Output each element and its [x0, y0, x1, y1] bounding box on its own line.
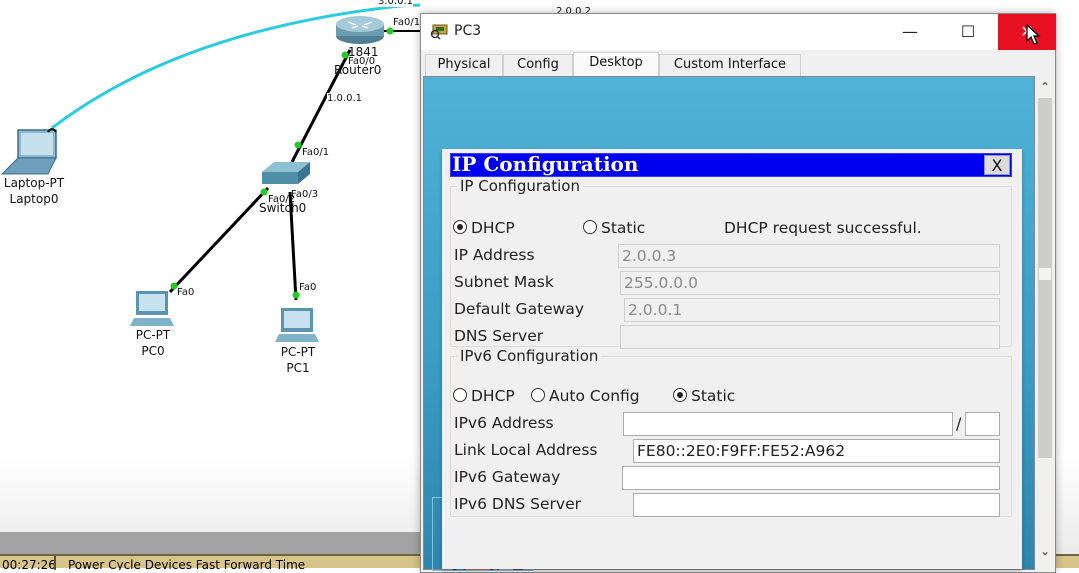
port-label: Fa0/1 [302, 147, 330, 158]
dns-server-field[interactable] [620, 325, 1000, 349]
pc0-icon [130, 291, 174, 326]
radio-label: DHCP [471, 387, 515, 405]
tab-custom-interface[interactable]: Custom Interface [659, 54, 801, 76]
default-gateway-field[interactable]: 2.0.0.1 [624, 298, 1000, 322]
ipv6-legend: IPv6 Configuration [460, 347, 599, 365]
ipv6-static-radio[interactable]: Static [673, 387, 735, 405]
ipv6-dhcp-radio[interactable]: DHCP [453, 387, 515, 405]
laptop-model-label: Laptop-PT [3, 176, 65, 190]
workspace-scrollbar[interactable] [0, 532, 420, 554]
radio-label: Static [601, 219, 646, 237]
switch-icon [262, 162, 310, 184]
radio-unselected-icon [583, 220, 597, 234]
port-up-indicator [294, 141, 302, 149]
scroll-thumb[interactable] [1039, 268, 1051, 280]
minimize-button[interactable]: — [881, 14, 939, 50]
desktop-panel: Dialer Editor Firewall IP Configuration … [423, 76, 1035, 571]
link-local-address-label: Link Local Address [454, 441, 598, 459]
ipv6-gateway-label: IPv6 Gateway [454, 468, 561, 486]
ip-label: 3.0.0.1 [378, 0, 413, 7]
radio-unselected-icon [453, 388, 467, 402]
ipv6-dns-server-field[interactable] [633, 493, 1000, 517]
ipv6-address-field[interactable] [623, 412, 953, 436]
radio-unselected-icon [531, 388, 545, 402]
ipv4-static-radio[interactable]: Static [583, 219, 645, 237]
vertical-scrollbar[interactable]: ⌃ ⌄ [1036, 78, 1054, 562]
ipv6-autoconfig-radio[interactable]: Auto Config [531, 387, 640, 405]
switch-name-label: Switch0 [259, 201, 307, 215]
link-switch-pc0 [168, 186, 270, 294]
topology-links [0, 3, 420, 342]
ip-address-field[interactable]: 2.0.0.3 [618, 244, 1000, 268]
ip-address-label: IP Address [454, 246, 535, 264]
ip-label: 1.0.0.1 [327, 93, 362, 104]
tab-config[interactable]: Config [503, 54, 573, 76]
window-titlebar[interactable]: PC3 — ☐ ✕ [421, 14, 1056, 50]
laptop-name-label: Laptop0 [9, 192, 59, 206]
panel-close-button[interactable]: X [984, 155, 1010, 175]
port-up-indicator [260, 188, 268, 196]
default-gateway-label: Default Gateway [454, 300, 585, 318]
pc0-name-label: PC0 [141, 344, 165, 358]
ipv6-gateway-field[interactable] [622, 466, 1000, 490]
pc1-name-label: PC1 [286, 361, 310, 375]
radio-label: DHCP [471, 219, 515, 237]
port-up-indicator [386, 27, 394, 35]
scroll-down-icon[interactable]: ⌄ [1036, 542, 1054, 560]
ipv6-dns-server-label: IPv6 DNS Server [454, 495, 582, 513]
ip-configuration-panel: IP Configuration X IP Configuration DHCP… [442, 149, 1022, 569]
tab-bar: Physical Config Desktop Custom Interface [421, 52, 1055, 76]
pc1-model-label: PC-PT [280, 345, 316, 359]
subnet-mask-field[interactable]: 255.0.0.0 [620, 271, 1000, 295]
ipv6-config-group: IPv6 Configuration DHCP Auto Config Stat… [450, 347, 1012, 517]
tab-desktop[interactable]: Desktop [573, 52, 659, 76]
radio-selected-icon [673, 388, 687, 402]
prefix-separator: / [956, 414, 962, 433]
mouse-cursor-icon [1026, 24, 1041, 45]
radio-selected-icon [453, 220, 467, 234]
subnet-mask-label: Subnet Mask [454, 273, 554, 291]
panel-title: IP Configuration [452, 152, 639, 176]
packet-tracer-icon [430, 24, 448, 40]
pc0-model-label: PC-PT [135, 328, 171, 342]
router-icon [336, 16, 384, 44]
pc1-icon [275, 308, 319, 342]
port-label: Fa0/3 [291, 189, 319, 200]
router-name-label: Router0 [334, 63, 382, 77]
maximize-button[interactable]: ☐ [939, 14, 997, 50]
ip-configuration-header: IP Configuration X [450, 152, 1012, 177]
radio-label: Static [691, 387, 736, 405]
dhcp-status-message: DHCP request successful. [724, 219, 922, 237]
ipv4-config-group: IP Configuration DHCP Static DHCP reques… [450, 177, 1012, 349]
dns-server-label: DNS Server [454, 327, 544, 345]
ipv4-legend: IP Configuration [460, 177, 580, 195]
pc3-window: PC3 — ☐ ✕ Physical Config Desktop Custom… [420, 13, 1056, 573]
port-label: Fa0 [177, 287, 195, 298]
link-local-address-field[interactable]: FE80::2E0:F9FF:FE52:A962 [633, 439, 1000, 463]
tab-physical[interactable]: Physical [425, 54, 503, 76]
radio-label: Auto Config [549, 387, 640, 405]
port-label: Fa0/1 [393, 17, 421, 28]
scroll-up-icon[interactable]: ⌃ [1036, 78, 1054, 96]
port-label: Fa0 [299, 282, 317, 293]
ipv6-prefix-field[interactable] [965, 412, 1000, 436]
ipv4-dhcp-radio[interactable]: DHCP [453, 219, 515, 237]
laptop-icon [0, 128, 57, 175]
ipv6-address-label: IPv6 Address [454, 414, 554, 432]
window-title: PC3 [454, 23, 482, 39]
